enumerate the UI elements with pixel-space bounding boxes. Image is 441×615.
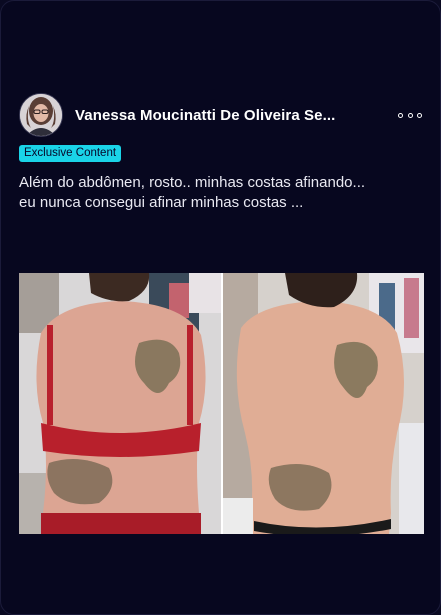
- author-avatar[interactable]: [19, 93, 63, 137]
- exclusive-content-badge: Exclusive Content: [19, 145, 122, 162]
- post-caption: Além do abdômen, rosto.. minhas costas a…: [19, 174, 366, 211]
- post-header: Vanessa Moucinatti De Oliveira Se...: [19, 93, 424, 137]
- after-photo: [223, 273, 424, 534]
- post-image[interactable]: [19, 273, 424, 534]
- more-dot: [417, 112, 422, 118]
- more-options-icon[interactable]: [398, 108, 422, 122]
- author-name[interactable]: Vanessa Moucinatti De Oliveira Se...: [75, 107, 367, 124]
- more-dot: [407, 112, 413, 118]
- more-dot: [398, 112, 403, 118]
- before-photo: [19, 273, 221, 534]
- post-card: Vanessa Moucinatti De Oliveira Se... Exc…: [0, 0, 441, 615]
- avatar-image: [20, 94, 62, 136]
- before-after-back-photo: [19, 273, 424, 534]
